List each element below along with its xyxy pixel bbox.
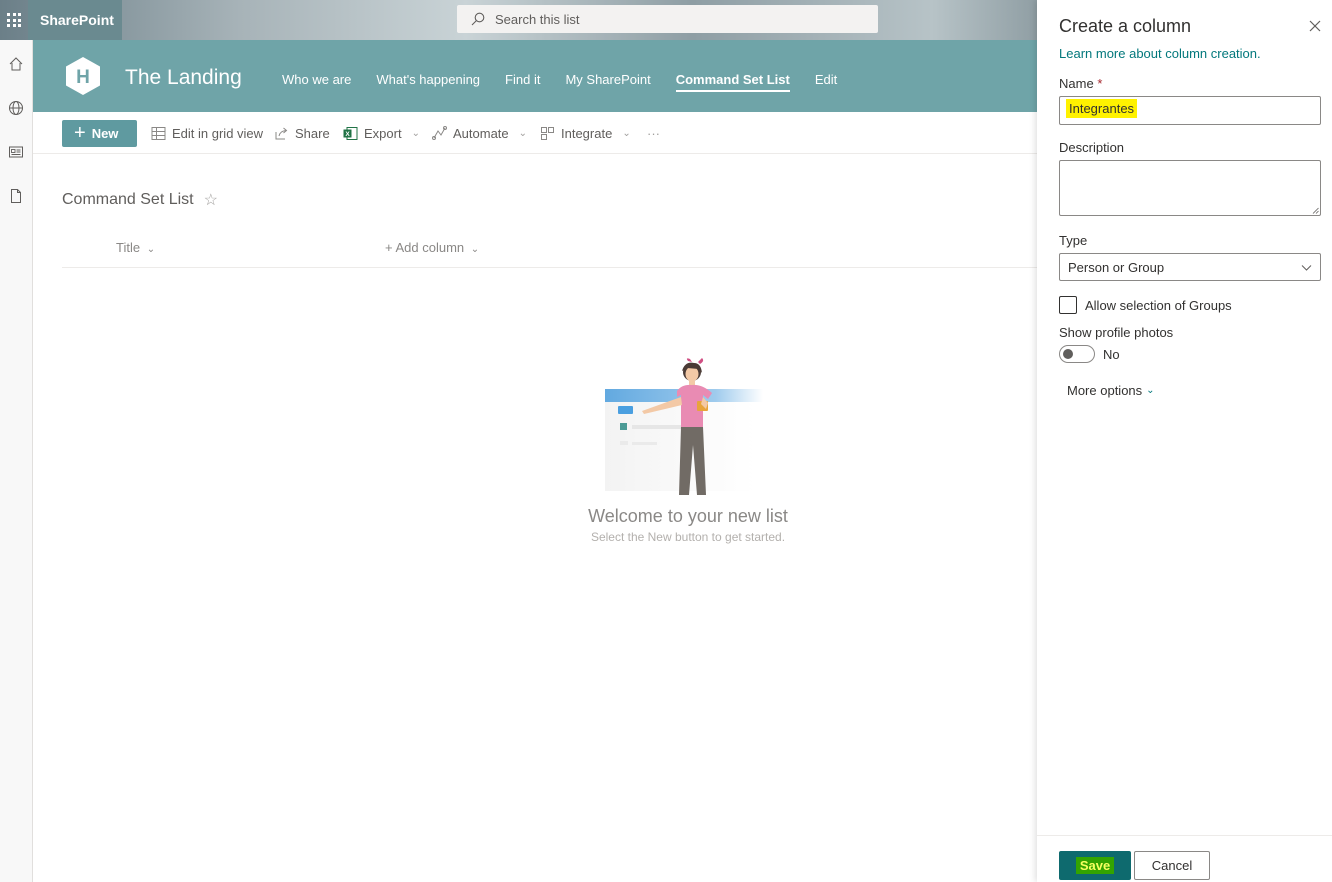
automate-label: Automate — [453, 125, 509, 141]
new-button-label: New — [91, 126, 119, 141]
allow-groups-label: Allow selection of Groups — [1085, 297, 1232, 313]
profile-photos-state: No — [1103, 346, 1120, 362]
list-title: Command Set List — [62, 191, 194, 208]
type-dropdown[interactable]: Person or Group — [1059, 253, 1321, 281]
command-bar: + New Edit in grid view Share X Export ⌄… — [33, 112, 1037, 154]
type-label: Type — [1059, 233, 1088, 248]
home-icon[interactable] — [4, 52, 28, 76]
nav-item-find-it[interactable]: Find it — [505, 72, 540, 92]
panel-title: Create a column — [1059, 16, 1192, 36]
nav-item-edit[interactable]: Edit — [815, 72, 837, 92]
profile-photos-row: No — [1059, 345, 1120, 363]
site-title[interactable]: The Landing — [125, 66, 242, 90]
add-column-label: Add column — [395, 240, 465, 255]
more-options-label: More options — [1067, 383, 1143, 398]
search-icon — [471, 12, 485, 26]
news-icon[interactable] — [4, 140, 28, 164]
share-icon — [275, 127, 288, 139]
site-navigation: Who we are What's happening Find it My S… — [282, 72, 862, 92]
favorite-star-icon[interactable]: ☆ — [204, 190, 218, 210]
name-field[interactable]: Integrantes — [1059, 96, 1321, 125]
resize-grip-icon[interactable] — [1312, 207, 1319, 214]
integrate-icon — [541, 126, 554, 140]
sharepoint-brand[interactable]: SharePoint — [28, 0, 122, 40]
document-icon[interactable] — [4, 184, 28, 208]
empty-list-illustration — [605, 358, 763, 495]
export-label: Export — [364, 125, 402, 141]
chevron-down-icon: ⌄ — [1146, 385, 1155, 396]
app-launcher-icon[interactable] — [0, 0, 28, 40]
excel-icon: X — [343, 126, 358, 140]
integrate-button[interactable]: Integrate ⌄ — [540, 124, 631, 142]
create-column-panel: Create a column Learn more about column … — [1037, 0, 1332, 882]
nav-item-my-sharepoint[interactable]: My SharePoint — [565, 72, 650, 92]
type-dropdown-value: Person or Group — [1068, 260, 1165, 275]
name-label-row: Name * — [1059, 76, 1102, 91]
edit-grid-view-button[interactable]: Edit in grid view — [151, 124, 263, 142]
svg-text:X: X — [345, 131, 350, 138]
chevron-down-icon: ⌄ — [470, 244, 480, 255]
globe-icon[interactable] — [4, 96, 28, 120]
automate-button[interactable]: Automate ⌄ — [432, 124, 527, 142]
export-button[interactable]: X Export ⌄ — [343, 124, 420, 142]
save-button-label: Save — [1075, 857, 1115, 874]
chevron-down-icon: ⌄ — [622, 127, 631, 139]
description-label: Description — [1059, 140, 1125, 155]
share-button[interactable]: Share — [274, 124, 330, 142]
plus-icon: + — [74, 121, 86, 144]
title-column-header[interactable]: Title ⌄ — [116, 240, 155, 255]
left-rail — [0, 40, 33, 882]
profile-photos-toggle[interactable] — [1059, 345, 1095, 363]
cancel-button[interactable]: Cancel — [1134, 851, 1210, 880]
search-box[interactable]: Search this list — [457, 5, 878, 33]
profile-photos-label: Show profile photos — [1059, 325, 1174, 340]
more-options-button[interactable]: More options ⌄ — [1067, 383, 1155, 398]
search-placeholder: Search this list — [495, 11, 580, 27]
automate-icon — [432, 125, 447, 140]
empty-state-subtitle: Select the New button to get started. — [590, 530, 786, 544]
close-icon[interactable] — [1308, 19, 1322, 33]
nav-item-whats-happening[interactable]: What's happening — [376, 72, 480, 92]
nav-item-who-we-are[interactable]: Who we are — [282, 72, 351, 92]
grid-icon — [151, 126, 166, 140]
title-column-label: Title — [116, 240, 141, 255]
allow-groups-row: Allow selection of Groups — [1059, 296, 1232, 314]
edit-grid-view-label: Edit in grid view — [172, 125, 264, 141]
list-title-row: Command Set List ☆ — [62, 190, 218, 210]
empty-state-title: Welcome to your new list — [588, 506, 788, 526]
site-logo-icon[interactable]: H — [63, 56, 103, 96]
add-column-header[interactable]: + Add column ⌄ — [385, 240, 479, 255]
chevron-down-icon: ⌄ — [146, 244, 156, 255]
save-button[interactable]: Save — [1059, 851, 1131, 880]
allow-groups-checkbox[interactable] — [1059, 296, 1077, 314]
panel-footer-divider — [1037, 835, 1332, 836]
integrate-label: Integrate — [561, 125, 613, 141]
chevron-down-icon — [1301, 265, 1312, 271]
share-label: Share — [295, 125, 330, 141]
more-actions-icon[interactable]: ··· — [647, 124, 660, 142]
learn-more-link[interactable]: Learn more about column creation. — [1059, 46, 1261, 61]
chevron-down-icon: ⌄ — [518, 127, 528, 139]
nav-item-command-set-list[interactable]: Command Set List — [675, 72, 790, 92]
column-header-row: Title ⌄ + Add column ⌄ — [62, 232, 1037, 268]
description-field[interactable] — [1059, 160, 1321, 216]
toggle-knob — [1063, 349, 1073, 359]
required-marker: * — [1097, 76, 1103, 91]
plus-icon: + — [385, 240, 393, 255]
site-header: H The Landing Who we are What's happenin… — [33, 40, 1037, 112]
name-label: Name — [1059, 76, 1094, 91]
new-button[interactable]: + New — [62, 120, 137, 147]
chevron-down-icon: ⌄ — [411, 127, 420, 139]
name-field-value: Integrantes — [1066, 99, 1138, 118]
svg-text:H: H — [76, 67, 90, 88]
